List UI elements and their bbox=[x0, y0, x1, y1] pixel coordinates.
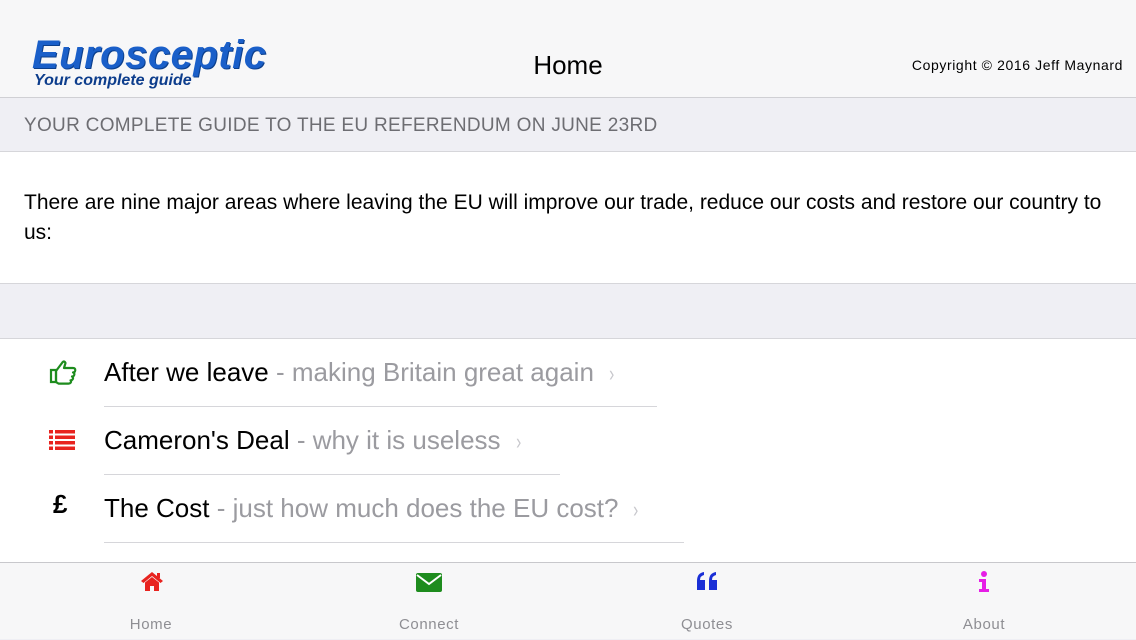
chevron-right-icon: › bbox=[515, 429, 521, 454]
tab-label: Home bbox=[129, 616, 173, 633]
list-item-subtitle: - just how much does the EU cost? bbox=[209, 493, 619, 523]
list-item-subtitle: - why it is useless bbox=[289, 425, 501, 455]
section-title: YOUR COMPLETE GUIDE TO THE EU REFERENDUM… bbox=[24, 115, 658, 136]
tab-about[interactable]: About bbox=[842, 563, 1126, 640]
list-item-after-we-leave[interactable]: After we leave - making Britain great ag… bbox=[0, 339, 1136, 407]
list-item-text: Cameron's Deal - why it is useless › bbox=[104, 425, 522, 456]
row-divider bbox=[104, 542, 684, 543]
pound-icon: £ bbox=[53, 489, 68, 519]
tab-bar: Home Connect Quotes About bbox=[0, 562, 1136, 639]
list-item-title: Cameron's Deal bbox=[104, 425, 290, 455]
list-item-title: The Cost bbox=[104, 493, 210, 523]
list-item-title: After we leave bbox=[104, 357, 269, 387]
list-item-subtitle: - making Britain great again bbox=[268, 357, 594, 387]
list-item-the-cost[interactable]: £ The Cost - just how much does the EU c… bbox=[0, 475, 1136, 543]
tab-quotes[interactable]: Quotes bbox=[565, 563, 849, 640]
header: Eurosceptic Your complete guide Home Cop… bbox=[0, 0, 1136, 98]
intro-panel: There are nine major areas where leaving… bbox=[0, 152, 1136, 284]
home-icon bbox=[139, 569, 165, 595]
tab-label: Quotes bbox=[681, 616, 733, 633]
quote-icon bbox=[695, 569, 721, 595]
section-header: YOUR COMPLETE GUIDE TO THE EU REFERENDUM… bbox=[0, 98, 1136, 152]
thumbs-up-icon bbox=[48, 357, 78, 387]
chevron-right-icon: › bbox=[609, 361, 615, 386]
list-item-text: After we leave - making Britain great ag… bbox=[104, 357, 615, 388]
list-icon bbox=[48, 425, 78, 455]
info-icon bbox=[976, 569, 992, 595]
topic-list: After we leave - making Britain great ag… bbox=[0, 339, 1136, 562]
list-item-camerons-deal[interactable]: Cameron's Deal - why it is useless › bbox=[0, 407, 1136, 475]
intro-text: There are nine major areas where leaving… bbox=[24, 191, 1102, 244]
envelope-icon bbox=[415, 571, 443, 597]
tab-label: Connect bbox=[398, 616, 460, 633]
tab-home[interactable]: Home bbox=[9, 563, 293, 640]
tab-label: About bbox=[962, 616, 1006, 633]
copyright-text: Copyright © 2016 Jeff Maynard bbox=[911, 57, 1123, 73]
tab-connect[interactable]: Connect bbox=[287, 563, 571, 640]
spacer bbox=[0, 284, 1136, 339]
chevron-right-icon: › bbox=[633, 497, 639, 522]
list-item-text: The Cost - just how much does the EU cos… bbox=[104, 493, 640, 524]
